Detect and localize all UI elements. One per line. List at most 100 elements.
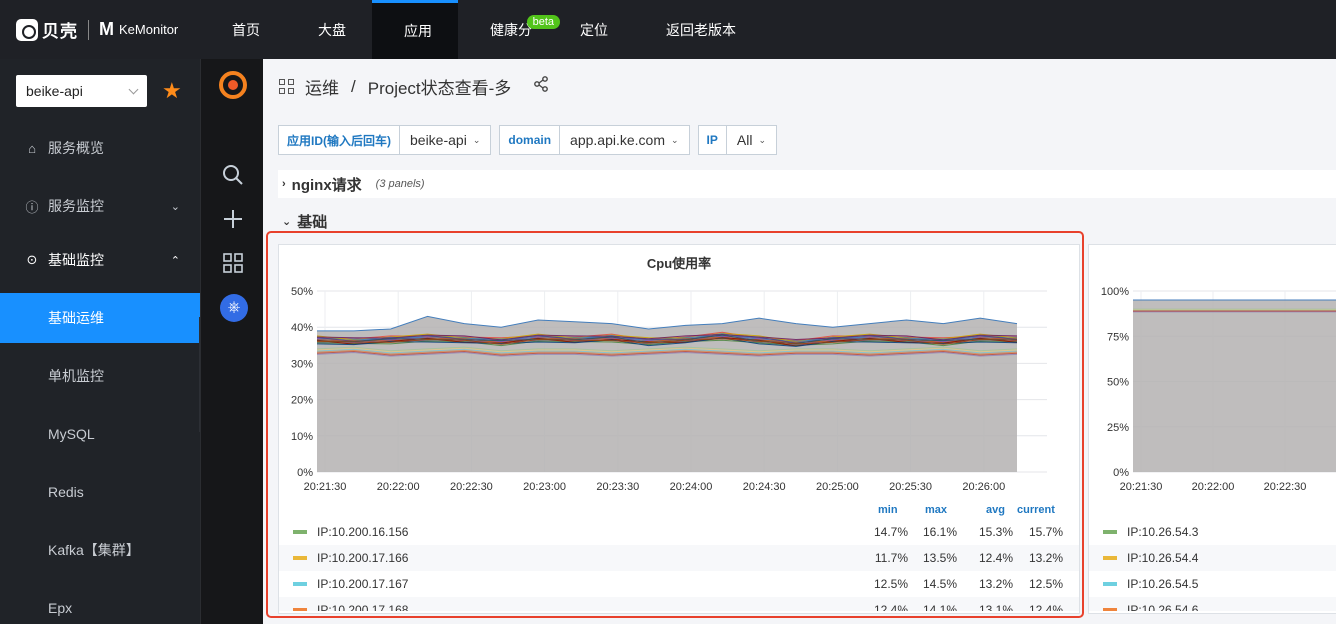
sidebar-item-label: 服务概览 [48, 140, 104, 156]
sidebar-item-kafka[interactable]: Kafka【集群】 [0, 525, 200, 575]
sidebar-item-redis[interactable]: Redis [0, 467, 200, 517]
sidebar-item-service-monitor[interactable]: ⓘ 服务监控 ⌄ [0, 181, 200, 231]
series-min: 12.5% [873, 577, 908, 591]
sidebar: beike-api ★ ⌂ 服务概览 ⓘ 服务监控 ⌄ ⊙ 基础监控 ⌃ 基础运… [0, 59, 200, 624]
variable-value: app.api.ke.com [570, 132, 665, 148]
chevron-down-icon [128, 84, 139, 94]
breadcrumb-folder[interactable]: 运维 [305, 74, 339, 99]
y-tick-label: 20% [291, 395, 313, 407]
variable-label-domain: domain [499, 125, 561, 155]
nav-item-home[interactable]: 首页 [200, 0, 286, 59]
variable-select-app-id[interactable]: beike-api ⌄ [400, 125, 492, 155]
series-name: IP:10.26.54.5 [1127, 577, 1199, 591]
legend-header-max[interactable]: max [925, 504, 947, 516]
chevron-down-icon: ⌄ [472, 134, 481, 145]
variable-value: All [736, 132, 753, 148]
y-tick-label: 50% [1107, 377, 1129, 389]
nav-item-label: 定位 [580, 21, 608, 38]
panel-legend: IP:10.26.54.3 IP:10.26.54.4 IP:10.26.54.… [1089, 519, 1336, 611]
top-nav: 贝壳 M KeMonitor 首页 大盘 应用 健康分 beta 定位 返回老版… [0, 0, 1336, 59]
series-current: 13.2% [1028, 551, 1063, 565]
nav-item-old-version[interactable]: 返回老版本 [634, 0, 762, 59]
sidebar-item-mysql[interactable]: MySQL [0, 409, 200, 459]
chevron-down-icon: ⌄ [758, 134, 766, 145]
second-usage-chart[interactable]: 0% 25% 50% 75% 100% 20:21:30 20:22:00 20:22:30 [1089, 245, 1336, 495]
dashboards-icon[interactable] [221, 251, 245, 275]
x-tick-label: 20:22:30 [1264, 481, 1307, 493]
kemonitor-logo-icon: M [99, 19, 114, 39]
dashboard-title-bar: 运维 / Project状态查看-多 [279, 74, 549, 99]
y-tick-label: 0% [1113, 467, 1129, 479]
series-min: 11.7% [874, 551, 908, 565]
plus-icon[interactable] [221, 207, 245, 231]
series-swatch [1103, 530, 1117, 534]
chevron-down-icon: ⌄ [671, 134, 679, 145]
nav-item-health-score[interactable]: 健康分 beta [458, 0, 566, 59]
variable-label-app-id: 应用ID(输入后回车) [278, 125, 400, 155]
legend-row[interactable]: IP:10.26.54.5 [1089, 571, 1336, 597]
legend-row[interactable]: IP:10.200.17.166 11.7% 13.5% 12.4% 13.2% [279, 545, 1079, 571]
legend-row[interactable]: IP:10.26.54.6 [1089, 597, 1336, 611]
x-tick-label: 20:25:00 [816, 481, 859, 493]
legend-row[interactable]: IP:10.200.17.167 12.5% 14.5% 13.2% 12.5% [279, 571, 1079, 597]
series-swatch [293, 582, 307, 586]
row-nginx[interactable]: › nginx请求 (3 panels) [278, 170, 1336, 198]
series-current: 15.7% [1028, 525, 1063, 539]
variable-select-ip[interactable]: All ⌄ [726, 125, 777, 155]
row-basic[interactable]: ⌄ 基础 [278, 207, 478, 235]
grafana-sidebar: ⎈ [200, 59, 263, 624]
series-name: IP:10.200.17.168 [317, 603, 409, 611]
kubernetes-icon[interactable]: ⎈ [220, 294, 248, 322]
favorite-star-icon[interactable]: ★ [162, 78, 182, 104]
sidebar-item-basic-ops[interactable]: 基础运维 [0, 293, 200, 343]
series-avg: 15.3% [978, 525, 1013, 539]
x-tick-label: 20:26:00 [962, 481, 1005, 493]
series-avg: 13.1% [978, 603, 1013, 611]
x-tick-label: 20:24:00 [670, 481, 713, 493]
legend-row[interactable]: IP:10.200.17.168 12.4% 14.1% 13.1% 12.4% [279, 597, 1079, 611]
sidebar-item-basic-monitor[interactable]: ⊙ 基础监控 ⌃ [0, 235, 200, 285]
sidebar-item-overview[interactable]: ⌂ 服务概览 [0, 123, 200, 173]
brand[interactable]: 贝壳 M KeMonitor [0, 0, 200, 59]
home-icon: ⌂ [28, 140, 36, 156]
legend-row[interactable]: IP:10.26.54.3 [1089, 519, 1336, 545]
series-max: 14.1% [922, 603, 957, 611]
legend-header-current[interactable]: current [1017, 504, 1055, 516]
panel-legend: min max avg current IP:10.200.16.156 14.… [279, 501, 1079, 611]
nav-item-dashboard[interactable]: 大盘 [286, 0, 372, 59]
legend-header-avg[interactable]: avg [986, 504, 1005, 516]
nav-items: 首页 大盘 应用 健康分 beta 定位 返回老版本 [200, 0, 762, 59]
dashboard-grid-icon [279, 78, 295, 95]
share-icon[interactable] [533, 76, 549, 97]
app-select[interactable]: beike-api [16, 75, 147, 107]
sidebar-item-host-monitor[interactable]: 单机监控 [0, 351, 200, 401]
series-name: IP:10.26.54.3 [1127, 525, 1199, 539]
sidebar-item-label: Redis [48, 484, 84, 500]
series-name: IP:10.26.54.6 [1127, 603, 1199, 611]
series-min: 12.4% [873, 603, 908, 611]
series-swatch [1103, 556, 1117, 560]
x-tick-label: 20:21:30 [304, 481, 347, 493]
chevron-up-icon: ⌃ [170, 254, 180, 267]
legend-row[interactable]: IP:10.200.16.156 14.7% 16.1% 15.3% 15.7% [279, 519, 1079, 545]
dashboard-title[interactable]: Project状态查看-多 [368, 74, 512, 99]
sidebar-item-label: 服务监控 [48, 198, 104, 214]
x-tick-label: 20:22:00 [1192, 481, 1235, 493]
y-tick-label: 50% [291, 286, 313, 298]
beta-badge: beta [526, 15, 560, 29]
cpu-usage-chart[interactable]: 0% 10% 20% 30% 40% 50% 20:21:30 20:22:00 20:22:3… [279, 245, 1081, 495]
chevron-right-icon: › [282, 178, 286, 190]
search-icon[interactable] [221, 163, 245, 187]
series-swatch [293, 530, 307, 534]
panel-second: 0% 25% 50% 75% 100% 20:21:30 20:22:00 20:22:30 … [1088, 244, 1336, 614]
series-name: IP:10.200.17.167 [317, 577, 409, 591]
nav-item-label: 首页 [232, 21, 260, 38]
nav-item-locate[interactable]: 定位 [566, 0, 634, 59]
series-name: IP:10.200.16.156 [317, 525, 409, 539]
legend-header-min[interactable]: min [878, 504, 898, 516]
variable-select-domain[interactable]: app.api.ke.com ⌄ [560, 125, 690, 155]
sidebar-item-epx[interactable]: Epx [0, 583, 200, 624]
legend-row[interactable]: IP:10.26.54.4 [1089, 545, 1336, 571]
nav-item-app[interactable]: 应用 [372, 0, 458, 59]
grafana-logo-icon[interactable] [219, 71, 247, 99]
